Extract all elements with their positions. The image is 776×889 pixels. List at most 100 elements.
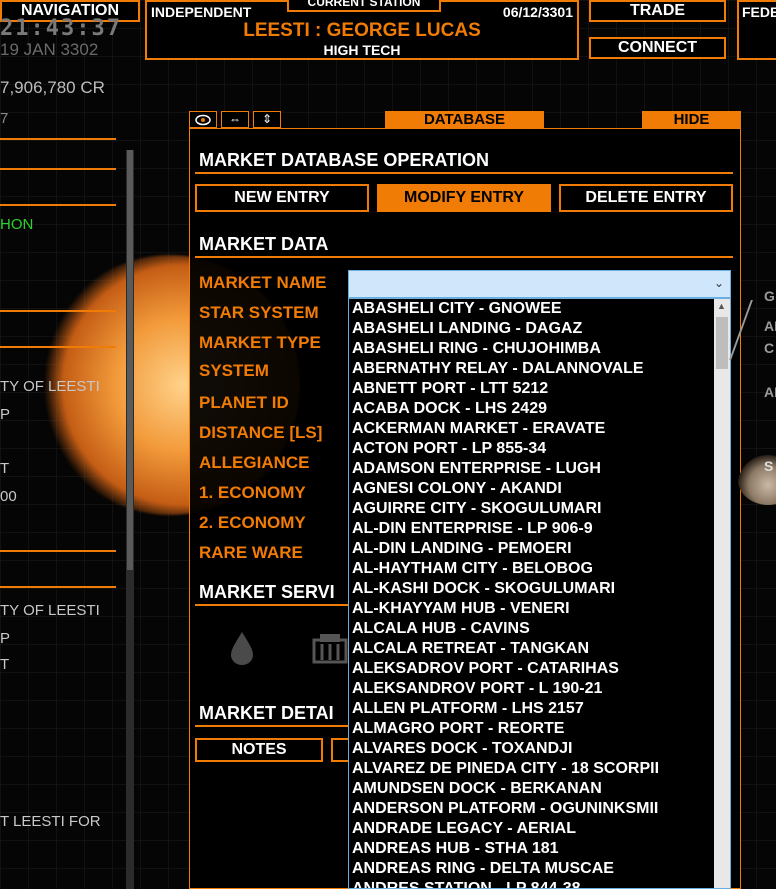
eye-icon[interactable] (189, 111, 217, 128)
dropdown-option[interactable]: AGNESI COLONY - AKANDI (349, 479, 730, 499)
dropdown-option[interactable]: AL-KASHI DOCK - SKOGULUMARI (349, 579, 730, 599)
market-name-label: MARKET NAME (199, 273, 327, 292)
hide-button[interactable]: HIDE (642, 111, 741, 128)
market-services-divider (195, 604, 348, 606)
dropdown-option[interactable]: AL-HAYTHAM CITY - BELOBOG (349, 559, 730, 579)
left-item: T (0, 656, 10, 673)
dropdown-option[interactable]: ANDRES STATION - LP 844-38 (349, 879, 730, 888)
left-item: T (0, 460, 10, 477)
left-item: P (0, 630, 11, 647)
current-station-label: CURRENT STATION (287, 0, 441, 12)
dropdown-scrollbar-thumb[interactable] (716, 317, 728, 369)
station-economy: HIGH TECH (323, 42, 401, 58)
allegiance-label: ALLEGIANCE (199, 453, 310, 472)
dropdown-option[interactable]: AGUIRRE CITY - SKOGULUMARI (349, 499, 730, 519)
economy1-label: 1. ECONOMY (199, 483, 306, 502)
station-name: LEESTI : GEORGE LUCAS (243, 20, 481, 41)
left-item: T LEESTI FOR (0, 813, 101, 830)
dropdown-option[interactable]: ALVAREZ DE PINEDA CITY - 18 SCORPII (349, 759, 730, 779)
left-divider (0, 586, 116, 588)
left-divider (0, 310, 116, 312)
dropdown-option[interactable]: ACABA DOCK - LHS 2429 (349, 399, 730, 419)
dropdown-list: ABASHELI CITY - GNOWEE ABASHELI LANDING -… (349, 299, 730, 888)
market-details-title: MARKET DETAI (199, 703, 334, 723)
left-item: 00 (0, 488, 17, 505)
dropdown-option[interactable]: ACKERMAN MARKET - ERAVATE (349, 419, 730, 439)
chevron-down-icon[interactable]: ⌄ (714, 276, 724, 290)
new-entry-button[interactable]: NEW ENTRY (195, 184, 369, 212)
dropdown-scrollbar[interactable]: ▲ (714, 299, 730, 888)
left-scrollbar[interactable] (126, 150, 134, 889)
left-item: TY OF LEESTI (0, 378, 100, 395)
right-fragment: S (764, 458, 774, 474)
credits-balance: 7,906,780 CR (0, 78, 105, 97)
dropdown-option[interactable]: AMUNDSEN DOCK - BERKANAN (349, 779, 730, 799)
rare-ware-label: RARE WARE (199, 543, 303, 562)
dropdown-option[interactable]: ALEKSADROV PORT - CATARIHAS (349, 659, 730, 679)
game-date: 19 JAN 3302 (0, 40, 99, 59)
connect-button[interactable]: CONNECT (589, 37, 726, 59)
dropdown-option[interactable]: AL-DIN ENTERPRISE - LP 906-9 (349, 519, 730, 539)
station-date: 06/12/3301 (502, 4, 573, 20)
left-divider (0, 138, 116, 140)
current-station-box: CURRENT STATION INDEPENDENT 06/12/3301 L… (145, 0, 579, 60)
dropdown-option[interactable]: ALLEN PLATFORM - LHS 2157 (349, 699, 730, 719)
left-divider (0, 346, 116, 348)
market-details-divider (195, 725, 348, 727)
left-scrollbar-thumb[interactable] (127, 150, 133, 570)
scroll-up-icon[interactable]: ▲ (717, 301, 726, 311)
game-clock: 21:43:37 (0, 16, 122, 41)
left-divider (0, 168, 116, 170)
delete-entry-button[interactable]: DELETE ENTRY (559, 184, 733, 212)
dropdown-option[interactable]: ABNETT PORT - LTT 5212 (349, 379, 730, 399)
dropdown-option[interactable]: ADAMSON ENTERPRISE - LUGH (349, 459, 730, 479)
dropdown-option[interactable]: ACTON PORT - LP 855-34 (349, 439, 730, 459)
database-tab[interactable]: DATABASE (385, 111, 544, 128)
dropdown-option[interactable]: ANDREAS RING - DELTA MUSCAE (349, 859, 730, 879)
system-label: SYSTEM (199, 361, 269, 380)
economy2-label: 2. ECONOMY (199, 513, 306, 532)
dropdown-option[interactable]: ANDRADE LEGACY - AERIAL (349, 819, 730, 839)
dropdown-option[interactable]: AL-DIN LANDING - PEMOERI (349, 539, 730, 559)
market-type-label: MARKET TYPE (199, 333, 321, 352)
federation-label: FEDE (742, 4, 776, 20)
dropdown-option[interactable]: ANDREAS HUB - STHA 181 (349, 839, 730, 859)
dropdown-option[interactable]: ABERNATHY RELAY - DALANNOVALE (349, 359, 730, 379)
market-services-title: MARKET SERVI (199, 582, 335, 602)
distance-label: DISTANCE [LS] (199, 423, 323, 442)
dropdown-option[interactable]: ALCALA RETREAT - TANGKAN (349, 639, 730, 659)
dropdown-option[interactable]: ALEKSANDROV PORT - L 190-21 (349, 679, 730, 699)
market-data-title: MARKET DATA (199, 234, 329, 254)
dropdown-option[interactable]: ANDERSON PLATFORM - OGUNINKSMII (349, 799, 730, 819)
modify-entry-button[interactable]: MODIFY ENTRY (377, 184, 551, 212)
market-name-combobox[interactable]: ⌄ (348, 270, 731, 298)
market-data-divider (195, 256, 733, 258)
federation-box: FEDE (737, 0, 776, 60)
resize-horizontal-icon[interactable]: ⇔ (221, 111, 249, 128)
market-name-dropdown[interactable]: ABASHELI CITY - GNOWEE ABASHELI LANDING -… (348, 298, 731, 889)
right-fragment: AI (764, 384, 776, 400)
resize-vertical-icon[interactable]: ⇕ (253, 111, 281, 128)
notes-button[interactable]: NOTES (195, 738, 323, 762)
left-divider (0, 550, 116, 552)
dropdown-option[interactable]: AL-KHAYYAM HUB - VENERI (349, 599, 730, 619)
dropdown-option[interactable]: ABASHELI CITY - GNOWEE (349, 299, 730, 319)
trade-button[interactable]: TRADE (589, 0, 726, 22)
dropdown-option[interactable]: ABASHELI RING - CHUJOHIMBA (349, 339, 730, 359)
planet-id-label: PLANET ID (199, 393, 289, 412)
left-item: TY OF LEESTI (0, 602, 100, 619)
star-system-label: STAR SYSTEM (199, 303, 319, 322)
left-item: P (0, 406, 11, 423)
water-drop-icon[interactable] (228, 630, 256, 666)
left-divider (0, 204, 116, 206)
panel-title: MARKET DATABASE OPERATION (199, 150, 489, 170)
market-icon[interactable] (312, 632, 348, 664)
dropdown-option[interactable]: ALMAGRO PORT - REORTE (349, 719, 730, 739)
dropdown-option[interactable]: ABASHELI LANDING - DAGAZ (349, 319, 730, 339)
dropdown-option[interactable]: ALCALA HUB - CAVINS (349, 619, 730, 639)
left-item-green: HON (0, 216, 34, 233)
station-allegiance: INDEPENDENT (151, 4, 252, 20)
dropdown-option[interactable]: ALVARES DOCK - TOXANDJI (349, 739, 730, 759)
title-divider (195, 172, 733, 174)
left-fragment-7: 7 (0, 110, 9, 127)
